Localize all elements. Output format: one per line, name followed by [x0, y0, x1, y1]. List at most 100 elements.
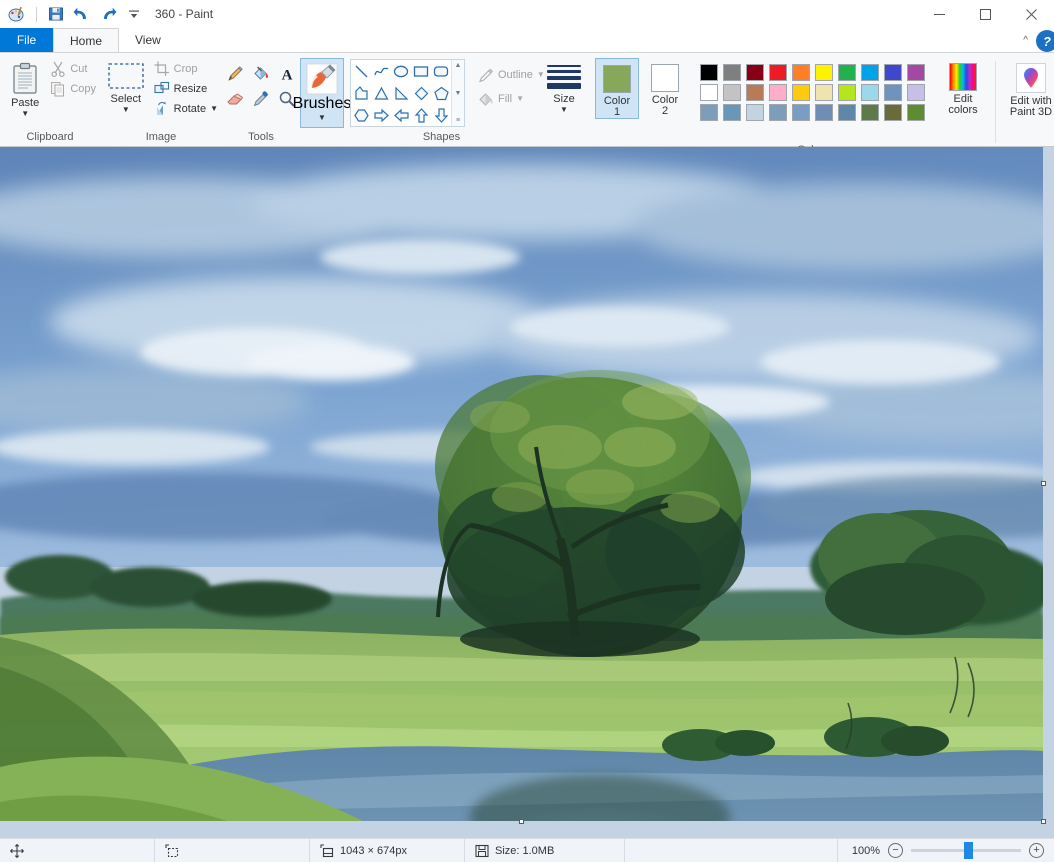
- color-swatch-2-1[interactable]: [722, 103, 741, 121]
- close-button[interactable]: [1008, 0, 1054, 28]
- right-arrow-shape-icon[interactable]: [371, 104, 391, 126]
- text-icon[interactable]: A: [274, 61, 300, 86]
- paint-canvas[interactable]: [0, 147, 1043, 821]
- color-swatch-1-9[interactable]: [906, 83, 925, 101]
- zoom-in-icon[interactable]: +: [1029, 843, 1044, 858]
- undo-icon[interactable]: [71, 3, 93, 25]
- color-swatch-2-3[interactable]: [768, 103, 787, 121]
- color-swatch-0-4[interactable]: [791, 63, 810, 81]
- triangle-shape-icon[interactable]: [371, 82, 391, 104]
- eraser-icon[interactable]: [222, 86, 248, 111]
- pencil-icon[interactable]: [222, 61, 248, 86]
- oval-shape-icon[interactable]: [391, 60, 411, 82]
- edit-with-paint3d-button[interactable]: Edit with Paint 3D: [1000, 58, 1054, 118]
- zoom-slider-thumb[interactable]: [963, 842, 973, 859]
- color-picker-icon[interactable]: [248, 86, 274, 111]
- size-caret-icon[interactable]: ▼: [560, 106, 568, 114]
- zoom-slider[interactable]: [911, 842, 1021, 859]
- color-swatch-1-4[interactable]: [791, 83, 810, 101]
- fill-button[interactable]: Fill ▼: [473, 87, 549, 111]
- color-swatch-2-5[interactable]: [814, 103, 833, 121]
- curve-shape-icon[interactable]: [371, 60, 391, 82]
- rotate-button[interactable]: Rotate ▼: [150, 99, 222, 119]
- color-swatch-0-9[interactable]: [906, 63, 925, 81]
- resize-handle-bottom[interactable]: [518, 819, 524, 824]
- zoom-out-icon[interactable]: −: [888, 843, 903, 858]
- paint-logo-icon[interactable]: [6, 3, 28, 25]
- select-caret-icon[interactable]: ▼: [122, 106, 130, 114]
- up-arrow-shape-icon[interactable]: [411, 104, 431, 126]
- color-swatch-2-7[interactable]: [860, 103, 879, 121]
- color-swatch-0-6[interactable]: [837, 63, 856, 81]
- resize-button[interactable]: Resize: [150, 79, 222, 99]
- color-swatch-0-8[interactable]: [883, 63, 902, 81]
- tab-home[interactable]: Home: [53, 28, 120, 52]
- brushes-button[interactable]: Brushes ▼: [293, 58, 351, 128]
- color-swatch-1-1[interactable]: [722, 83, 741, 101]
- color-swatch-1-0[interactable]: [699, 83, 718, 101]
- minimize-button[interactable]: [916, 0, 962, 28]
- scroll-up-icon[interactable]: ▲: [455, 62, 462, 69]
- color-swatch-2-8[interactable]: [883, 103, 902, 121]
- rotate-caret-icon[interactable]: ▼: [210, 105, 218, 113]
- resize-handle-right[interactable]: [1041, 481, 1046, 486]
- color-swatch-1-2[interactable]: [745, 83, 764, 101]
- resize-handle-corner[interactable]: [1041, 819, 1046, 824]
- color2-swatch[interactable]: [651, 64, 679, 92]
- color-swatch-0-2[interactable]: [745, 63, 764, 81]
- color-swatch-2-6[interactable]: [837, 103, 856, 121]
- color-swatch-1-5[interactable]: [814, 83, 833, 101]
- select-button[interactable]: Select ▼: [104, 57, 148, 114]
- hexagon-shape-icon[interactable]: [351, 104, 371, 126]
- color-swatch-2-4[interactable]: [791, 103, 810, 121]
- edit-colors-button[interactable]: Edit colors: [935, 58, 991, 116]
- color1-button[interactable]: Color 1: [595, 58, 639, 119]
- color1-swatch[interactable]: [603, 65, 631, 93]
- collapse-ribbon-icon[interactable]: ^: [1023, 35, 1034, 48]
- line-shape-icon[interactable]: [351, 60, 371, 82]
- paste-button[interactable]: Paste ▼: [6, 57, 44, 118]
- color-swatch-0-5[interactable]: [814, 63, 833, 81]
- color-swatch-0-1[interactable]: [722, 63, 741, 81]
- canvas-work-area[interactable]: [0, 147, 1054, 838]
- polygon-shape-icon[interactable]: [351, 82, 371, 104]
- color-swatch-0-3[interactable]: [768, 63, 787, 81]
- color-swatch-1-8[interactable]: [883, 83, 902, 101]
- fill-caret-icon[interactable]: ▼: [516, 95, 524, 103]
- color-swatch-0-0[interactable]: [699, 63, 718, 81]
- down-arrow-shape-icon[interactable]: [431, 104, 451, 126]
- color-swatch-2-9[interactable]: [906, 103, 925, 121]
- maximize-button[interactable]: [962, 0, 1008, 28]
- outline-button[interactable]: Outline ▼: [473, 63, 549, 87]
- save-icon[interactable]: [45, 3, 67, 25]
- paste-caret-icon[interactable]: ▼: [21, 110, 29, 118]
- cut-button[interactable]: Cut: [46, 59, 100, 79]
- color-swatch-1-7[interactable]: [860, 83, 879, 101]
- rectangle-shape-icon[interactable]: [411, 60, 431, 82]
- color2-button[interactable]: Color 2: [643, 58, 687, 117]
- left-arrow-shape-icon[interactable]: [391, 104, 411, 126]
- color-swatch-1-6[interactable]: [837, 83, 856, 101]
- color-swatch-1-3[interactable]: [768, 83, 787, 101]
- size-button[interactable]: Size ▼: [539, 57, 589, 114]
- shapes-scrollbar[interactable]: ▲ ▼ ≡: [451, 60, 464, 126]
- expand-gallery-icon[interactable]: ≡: [456, 117, 460, 124]
- brushes-caret-icon[interactable]: ▼: [318, 114, 326, 122]
- tab-file[interactable]: File: [0, 28, 53, 52]
- copy-button[interactable]: Copy: [46, 79, 100, 99]
- crop-button[interactable]: Crop: [150, 59, 222, 79]
- color-swatch-0-7[interactable]: [860, 63, 879, 81]
- redo-icon[interactable]: [97, 3, 119, 25]
- customize-qat-icon[interactable]: [123, 3, 145, 25]
- pentagon-shape-icon[interactable]: [431, 82, 451, 104]
- color-swatch-2-0[interactable]: [699, 103, 718, 121]
- group-label-shapes: Shapes: [422, 131, 461, 143]
- fill-bucket-icon[interactable]: [248, 61, 274, 86]
- tab-view[interactable]: View: [119, 28, 177, 52]
- right-triangle-shape-icon[interactable]: [391, 82, 411, 104]
- color-swatch-2-2[interactable]: [745, 103, 764, 121]
- help-icon[interactable]: ?: [1036, 30, 1054, 52]
- rounded-rectangle-shape-icon[interactable]: [431, 60, 451, 82]
- diamond-shape-icon[interactable]: [411, 82, 431, 104]
- scroll-down-icon[interactable]: ▼: [455, 90, 462, 97]
